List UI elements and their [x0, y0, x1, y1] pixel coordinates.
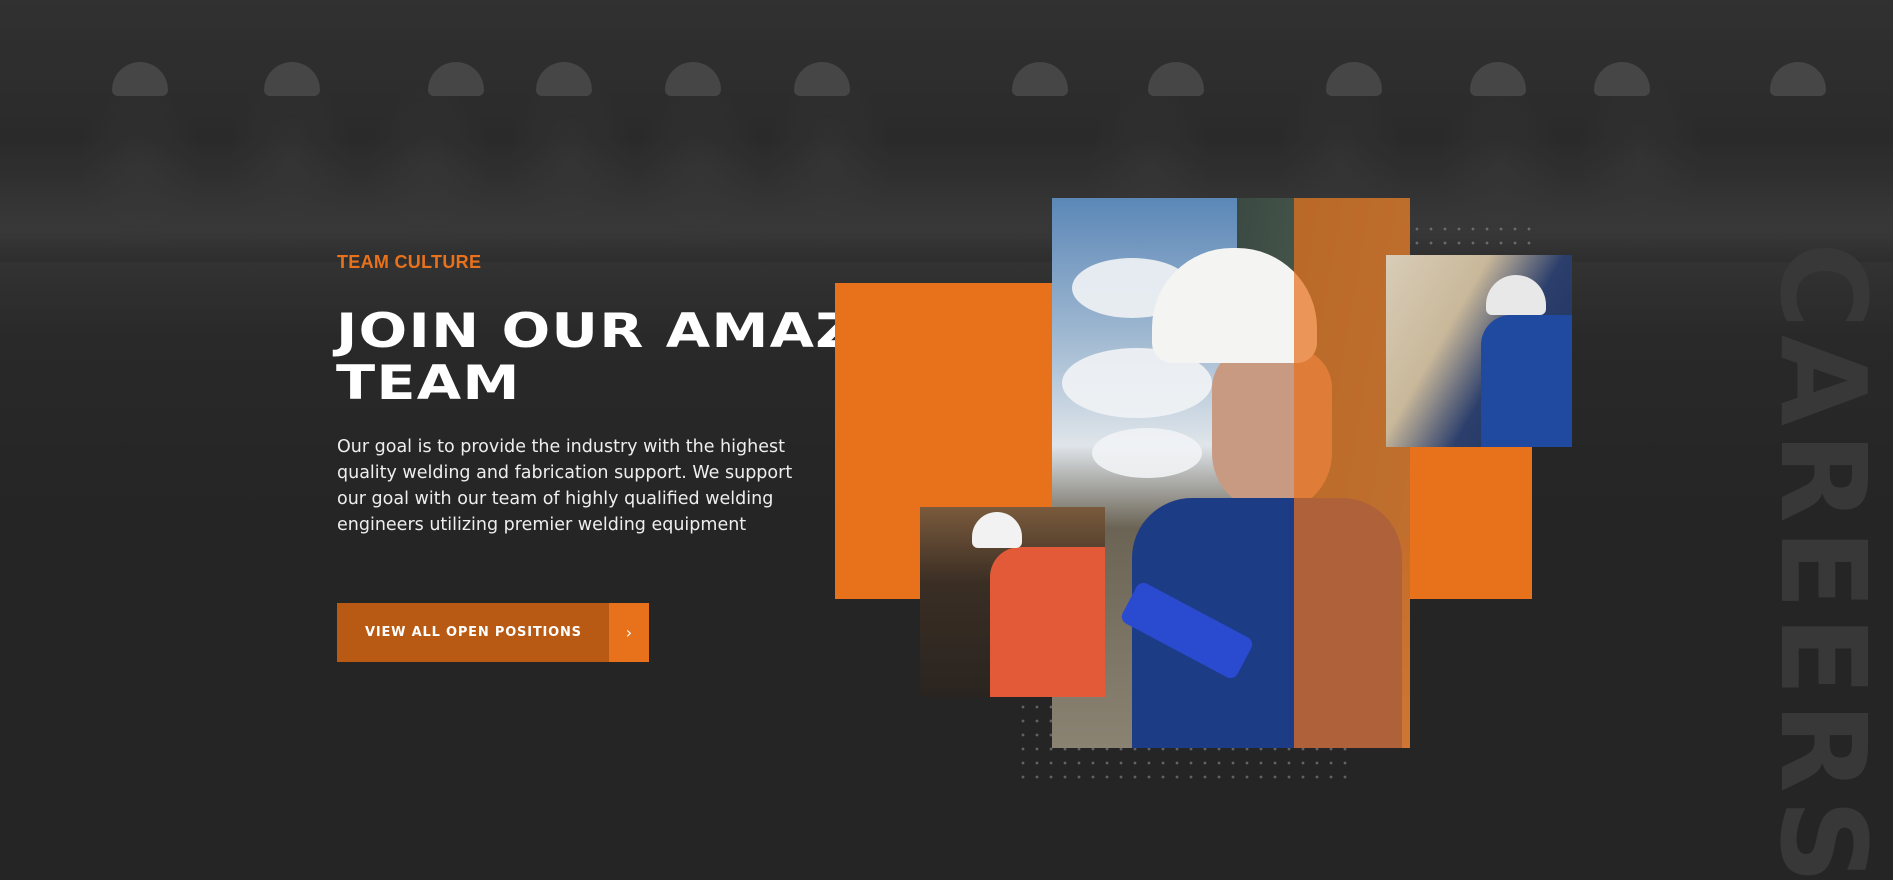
- helmet-shape: [665, 62, 721, 96]
- coverall-shape: [1481, 315, 1572, 447]
- dot-pattern: [1410, 222, 1540, 252]
- chevron-right-icon: ›: [609, 603, 649, 662]
- worker-with-tablet-photo: [1052, 198, 1410, 748]
- helmet-shape: [536, 62, 592, 96]
- helmet-shape: [428, 62, 484, 96]
- cta-label: VIEW ALL OPEN POSITIONS: [337, 603, 609, 662]
- cloud-shape: [1092, 428, 1202, 478]
- view-open-positions-button[interactable]: VIEW ALL OPEN POSITIONS ›: [337, 603, 649, 662]
- helmet-shape: [1486, 275, 1546, 315]
- section-description: Our goal is to provide the industry with…: [337, 437, 793, 535]
- helmet-shape: [264, 62, 320, 96]
- welder-photo-top: [1386, 255, 1572, 447]
- welder-photo-bottom: [920, 507, 1105, 697]
- helmet-shape: [794, 62, 850, 96]
- coverall-shape: [990, 547, 1105, 697]
- helmet-shape: [112, 62, 168, 96]
- section-eyebrow: TEAM CULTURE: [337, 252, 482, 272]
- orange-accent-block: [1409, 446, 1532, 599]
- helmet-shape: [972, 512, 1022, 548]
